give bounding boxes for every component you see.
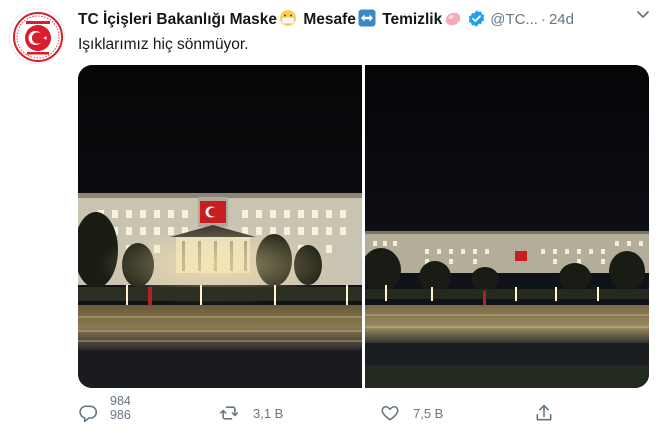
display-name-part2: Mesafe bbox=[303, 11, 356, 28]
face-with-mask-icon bbox=[279, 9, 297, 32]
handle[interactable]: @TC... bbox=[490, 11, 538, 28]
tweet-header: TC İçişleri Bakanlığı Maske Mesafe Temiz… bbox=[78, 9, 658, 31]
verified-badge-icon bbox=[467, 9, 486, 33]
media-container bbox=[78, 65, 649, 388]
left-right-arrow-icon bbox=[358, 9, 376, 32]
tweet[interactable]: TC İçişleri Bakanlığı Maske Mesafe Temiz… bbox=[0, 0, 665, 437]
share-button[interactable] bbox=[534, 398, 554, 428]
ministry-emblem-icon bbox=[13, 12, 63, 62]
photo-left[interactable] bbox=[78, 65, 362, 388]
reply-count: 984 986 bbox=[110, 394, 131, 422]
display-name-part1: TC İçişleri Bakanlığı Maske bbox=[78, 11, 278, 28]
avatar[interactable] bbox=[9, 8, 65, 64]
display-name[interactable]: TC İçişleri Bakanlığı Maske Mesafe Temiz… bbox=[78, 9, 464, 28]
tweet-text: Işıklarımız hiç sönmüyor. bbox=[78, 36, 249, 53]
heart-icon bbox=[380, 403, 400, 423]
share-icon bbox=[534, 403, 554, 423]
separator-dot: · bbox=[540, 11, 546, 28]
reply-button[interactable]: 984 986 bbox=[78, 394, 131, 428]
display-name-part3: Temizlik bbox=[382, 11, 443, 28]
timestamp[interactable]: 24d bbox=[549, 11, 574, 28]
reply-count-old: 984 bbox=[110, 394, 131, 408]
chevron-down-icon[interactable] bbox=[635, 6, 651, 27]
like-button[interactable]: 7,5 B bbox=[380, 398, 443, 428]
retweet-button[interactable]: 3,1 B bbox=[219, 398, 283, 428]
like-count: 7,5 B bbox=[413, 405, 444, 421]
retweet-count: 3,1 B bbox=[253, 405, 284, 421]
reply-icon bbox=[78, 403, 98, 423]
reply-count-new: 986 bbox=[110, 408, 131, 422]
retweet-icon bbox=[219, 403, 239, 423]
tweet-actions: 984 986 3,1 B 7,5 B bbox=[78, 394, 658, 428]
photo-right[interactable] bbox=[365, 65, 649, 388]
soap-icon bbox=[444, 9, 462, 32]
